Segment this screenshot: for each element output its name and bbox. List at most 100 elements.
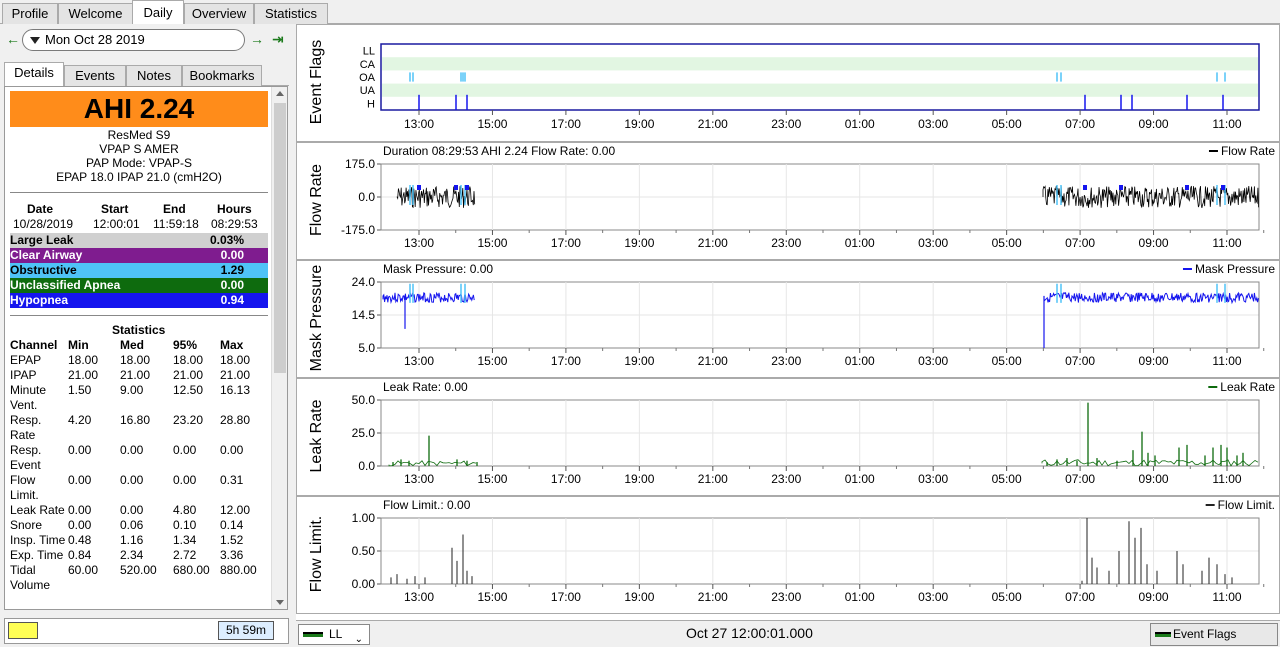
flag-row-label: UA xyxy=(360,85,376,97)
x-tick-label: 09:00 xyxy=(1139,354,1169,368)
divider xyxy=(10,192,268,193)
graph-title-leak-rate: Leak Rate xyxy=(308,399,325,473)
graph-title-flow-rate: Flow Rate xyxy=(308,163,325,237)
stats-cell-p95: 23.20 xyxy=(173,413,204,427)
h-marker xyxy=(1083,185,1087,190)
stats-cell-name: Flow xyxy=(10,473,36,487)
dropdown-triangle-icon[interactable] xyxy=(30,37,40,44)
y-tick-label: 14.5 xyxy=(352,308,376,322)
stats-cell-max: 880.00 xyxy=(220,563,257,577)
stats-cell-max: 1.52 xyxy=(220,533,244,547)
x-tick-label: 23:00 xyxy=(771,354,801,368)
tab-welcome[interactable]: Welcome xyxy=(58,3,133,24)
event-row[interactable]: Unclassified Apnea 0.00 xyxy=(10,278,268,293)
x-tick-label: 13:00 xyxy=(404,472,434,486)
graph-title-event-flags: Event Flags xyxy=(308,39,325,125)
tab-overview[interactable]: Overview xyxy=(184,3,254,24)
event-flags-button[interactable]: Event Flags xyxy=(1150,623,1278,646)
x-tick-label: 01:00 xyxy=(845,117,875,131)
stats-cell-p95: 1.34 xyxy=(173,533,197,547)
flags-frame xyxy=(380,43,1260,111)
event-row[interactable]: Hypopnea 0.94 xyxy=(10,293,268,308)
next-day-arrow-icon[interactable]: → xyxy=(250,31,264,47)
session-end: 11:59:18 xyxy=(153,217,199,231)
main-tab-bar: Profile Welcome Daily Overview Statistic… xyxy=(0,0,1280,25)
graph-legend: Leak Rate xyxy=(1220,380,1275,394)
graph-flow-rate[interactable]: Flow Rate Duration 08:29:53 AHI 2.24 Flo… xyxy=(296,142,1280,260)
event-row[interactable]: Large Leak 0.03% xyxy=(10,233,268,248)
device-model: ResMed S9 xyxy=(107,128,171,142)
date-bar: ← Mon Oct 28 2019 → ⇥ xyxy=(0,28,293,52)
details-panel: AHI 2.24 ResMed S9 VPAP S AMER PAP Mode:… xyxy=(4,86,288,610)
h-marker xyxy=(417,185,421,190)
x-tick-label: 11:00 xyxy=(1212,236,1241,250)
x-tick-label: 13:00 xyxy=(404,236,434,250)
scroll-thumb[interactable] xyxy=(274,103,286,373)
duration-box[interactable]: 5h 59m xyxy=(218,621,274,640)
tab-events[interactable]: Events xyxy=(64,65,126,86)
prev-day-arrow-icon[interactable]: ← xyxy=(6,31,20,47)
channel-select[interactable]: LL ⌄ xyxy=(298,624,370,645)
event-value: 1.29 xyxy=(220,263,244,277)
graph-title-mask-pressure: Mask Pressure xyxy=(308,264,325,372)
x-tick-label: 13:00 xyxy=(404,354,434,368)
stats-cell-med: 0.00 xyxy=(120,443,144,457)
x-tick-label: 03:00 xyxy=(918,590,948,604)
tab-bookmarks[interactable]: Bookmarks xyxy=(182,65,262,86)
stats-cell-name-line2: Rate xyxy=(10,428,36,442)
graph-event-flags[interactable]: Event Flags LL CA OA UA H 13:00 15:00 17:00 19:0… xyxy=(296,24,1280,142)
stats-cell-max: 3.36 xyxy=(220,548,244,562)
flow-limit-plot[interactable]: Flow Limit.: 0.00 Flow Limit. 1.00 0.50 0.00… xyxy=(297,497,1279,613)
tab-daily[interactable]: Daily xyxy=(132,0,184,25)
x-tick-label: 15:00 xyxy=(477,236,507,250)
event-flags-plot[interactable]: LLCAOAUAH 13:00 15:00 17:00 19:00 21:00 23:00 0… xyxy=(297,25,1279,141)
tab-details[interactable]: Details xyxy=(4,62,64,87)
tab-statistics[interactable]: Statistics xyxy=(254,3,328,24)
stats-cell-max: 0.00 xyxy=(220,443,244,457)
tab-notes[interactable]: Notes xyxy=(126,65,182,86)
flow-rate-plot[interactable]: Duration 08:29:53 AHI 2.24 Flow Rate: 0.… xyxy=(297,143,1279,259)
session-header-start: Start xyxy=(101,202,129,216)
date-picker[interactable]: Mon Oct 28 2019 xyxy=(22,29,245,51)
details-scrollbar[interactable] xyxy=(271,87,287,609)
color-swatch[interactable] xyxy=(8,622,38,639)
event-row[interactable]: Clear Airway 0.00 xyxy=(10,248,268,263)
leak-rate-plot[interactable]: Leak Rate: 0.00 Leak Rate 50.0 25.0 0.0 13:00… xyxy=(297,379,1279,495)
event-row[interactable]: Obstructive 1.29 xyxy=(10,263,268,278)
stats-cell-min: 0.00 xyxy=(68,518,92,532)
y-tick-label: 0.50 xyxy=(352,544,376,558)
x-tick-label: 09:00 xyxy=(1139,236,1169,250)
x-tick-label: 05:00 xyxy=(992,354,1022,368)
stats-cell-min: 18.00 xyxy=(68,353,99,367)
last-day-arrow-icon[interactable]: ⇥ xyxy=(272,31,284,48)
graph-leak-rate[interactable]: Leak Rate Leak Rate: 0.00 Leak Rate 50.0 25… xyxy=(296,378,1280,496)
y-tick-label: 24.0 xyxy=(352,275,376,289)
x-tick-label: 21:00 xyxy=(698,472,728,486)
event-flags-button-label: Event Flags xyxy=(1173,627,1237,641)
stats-cell-min: 0.48 xyxy=(68,533,92,547)
stats-cell-min: 21.00 xyxy=(68,368,99,382)
stats-header-max: Max xyxy=(220,338,244,352)
graph-header: Mask Pressure: 0.00 xyxy=(383,262,493,276)
pressure-trace xyxy=(1043,291,1259,305)
scroll-down-arrow-icon[interactable] xyxy=(276,600,284,605)
stats-cell-min: 0.00 xyxy=(68,473,92,487)
x-tick-label: 05:00 xyxy=(992,236,1022,250)
h-marker xyxy=(454,185,458,190)
stats-cell-min: 0.84 xyxy=(68,548,92,562)
x-tick-label: 19:00 xyxy=(624,472,654,486)
stats-cell-max: 21.00 xyxy=(220,368,251,382)
detail-tab-bar: Details Events Notes Bookmarks xyxy=(4,62,289,87)
mask-pressure-plot[interactable]: Mask Pressure: 0.00 Mask Pressure 24.0 14.5… xyxy=(297,261,1279,377)
x-tick-label: 17:00 xyxy=(551,354,581,368)
tab-profile[interactable]: Profile xyxy=(2,3,58,24)
chevron-down-icon[interactable]: ⌄ xyxy=(355,630,363,647)
y-tick-label: 0.0 xyxy=(358,459,375,473)
flags-band xyxy=(382,83,1258,97)
scroll-up-arrow-icon[interactable] xyxy=(276,91,284,96)
graph-flow-limit[interactable]: Flow Limit. Flow Limit.: 0.00 Flow Limit.… xyxy=(296,496,1280,614)
stats-cell-name-line2: Volume xyxy=(10,578,51,592)
graph-mask-pressure[interactable]: Mask Pressure Mask Pressure: 0.00 Mask Pr… xyxy=(296,260,1280,378)
stats-cell-p95: 0.10 xyxy=(173,518,197,532)
graph-header: Duration 08:29:53 AHI 2.24 Flow Rate: 0.… xyxy=(383,144,615,158)
